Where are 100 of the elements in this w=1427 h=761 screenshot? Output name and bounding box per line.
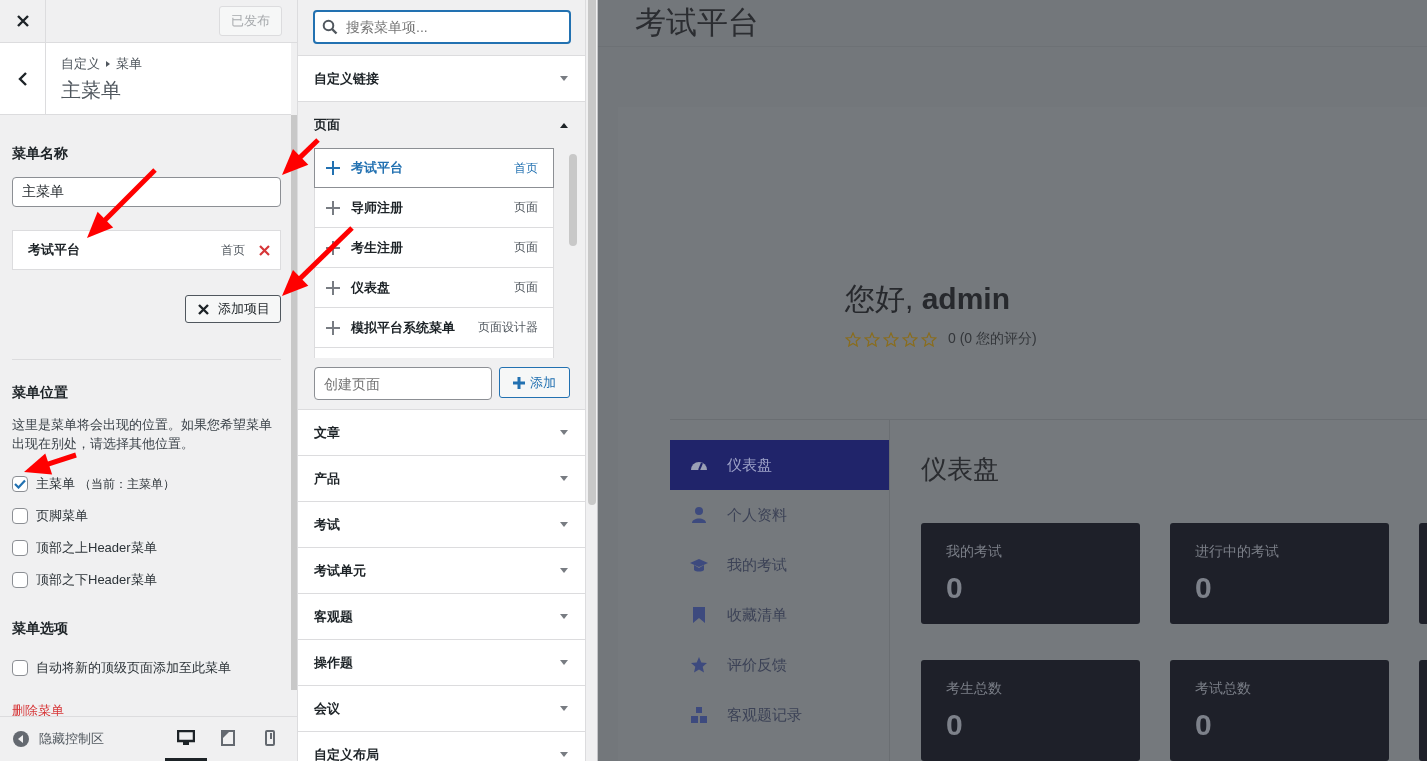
- bookmark-icon: [690, 606, 708, 624]
- mobile-icon: [265, 729, 275, 746]
- remove-icon[interactable]: [259, 244, 270, 256]
- delete-menu-link[interactable]: 删除菜单: [12, 702, 64, 716]
- plus-icon: [325, 160, 341, 176]
- star-icon: [864, 331, 880, 347]
- scrollbar[interactable]: [291, 115, 297, 690]
- page-heading: 仪表盘: [921, 453, 1000, 486]
- cap-icon: [690, 556, 708, 574]
- item-type: 页面设计器: [478, 319, 538, 336]
- stat-value: 0: [946, 708, 964, 742]
- annotation-arrow: [24, 452, 77, 475]
- menu-item-type: 首页: [221, 241, 245, 259]
- item-type: 页面: [514, 279, 538, 296]
- close-icon: [198, 303, 209, 315]
- caret-icon: [559, 521, 569, 528]
- available-item[interactable]: 导师注册 页面: [314, 188, 554, 228]
- accordion-section-header[interactable]: 客观题: [298, 594, 585, 640]
- available-item[interactable]: 考试平台 首页: [314, 148, 554, 188]
- checkbox[interactable]: [12, 508, 28, 524]
- caret-icon: [559, 75, 569, 82]
- available-item[interactable]: 仪表盘 页面: [314, 268, 554, 308]
- plus-icon: [325, 319, 341, 336]
- caret-icon: [559, 475, 569, 482]
- checkbox[interactable]: [12, 660, 28, 676]
- checkbox[interactable]: [12, 476, 28, 492]
- checkbox-label: 顶部之下Header菜单: [36, 571, 157, 589]
- checkbox[interactable]: [12, 572, 28, 588]
- search-icon: [322, 19, 338, 35]
- star-icon: [902, 331, 918, 347]
- caret-icon: [559, 567, 569, 574]
- accordion-section-header[interactable]: 考试: [298, 502, 585, 548]
- section-heading: 菜单选项: [12, 620, 69, 638]
- menu-item[interactable]: 考试平台 首页: [12, 230, 281, 270]
- new-page-field[interactable]: 创建页面: [314, 367, 492, 400]
- tablet-icon: [221, 729, 235, 746]
- checkbox-label: 页脚菜单: [36, 507, 88, 525]
- back-icon: [17, 70, 28, 87]
- checkbox-label: 自动将新的顶级页面添加至此菜单: [36, 659, 231, 677]
- accordion-section-header[interactable]: 考试单元: [298, 548, 585, 594]
- accordion-section-header[interactable]: 会议: [298, 686, 585, 732]
- stat-label: 我的考试: [946, 543, 1003, 561]
- checkbox-label: 主菜单: [36, 475, 75, 493]
- caret-icon: [559, 429, 569, 436]
- search-field[interactable]: 搜索菜单项...: [313, 10, 571, 44]
- menu-name-field[interactable]: 主菜单: [12, 177, 281, 207]
- greeting: 您好, admin: [845, 281, 1012, 317]
- accordion-section-header[interactable]: 文章: [298, 410, 585, 456]
- star-icon: [883, 331, 899, 347]
- accordion-section-header[interactable]: 产品: [298, 456, 585, 502]
- desktop-icon: [177, 729, 195, 746]
- panel-title: 主菜单: [61, 78, 122, 103]
- checkbox-note: （当前：主菜单）: [79, 475, 175, 493]
- plus-icon: [325, 199, 341, 216]
- caret-icon: [559, 613, 569, 620]
- collapse-icon: [12, 730, 30, 748]
- annotation-arrow: [87, 168, 157, 238]
- description-text: 这里是菜单将会出现的位置。如果您希望菜单出现在别处，请选择其他位置。: [12, 417, 273, 453]
- available-item[interactable]: 模拟平台系统菜单 页面设计器: [314, 308, 554, 348]
- item-title: 考生注册: [351, 238, 404, 257]
- accordion-section-header[interactable]: 操作题: [298, 640, 585, 686]
- section-heading: 菜单位置: [12, 384, 69, 402]
- close-icon: [16, 15, 29, 27]
- plus-icon: [513, 376, 525, 389]
- section-heading: 菜单名称: [12, 145, 69, 163]
- add-items-button[interactable]: 添加项目: [185, 295, 281, 323]
- accordion-section-header[interactable]: 自定义布局: [298, 732, 585, 761]
- stat-label: 考试总数: [1195, 680, 1252, 698]
- stat-value: 0: [1195, 571, 1213, 605]
- checkbox[interactable]: [12, 540, 28, 556]
- rating-text: 0 (0 您的评分): [948, 330, 1037, 348]
- annotation-arrow: [282, 138, 320, 175]
- checkbox-label: 顶部之上Header菜单: [36, 539, 157, 557]
- caret-icon: [559, 659, 569, 666]
- blocks-icon: [690, 706, 708, 724]
- star-icon: [845, 331, 861, 347]
- add-button[interactable]: 添加: [499, 367, 570, 398]
- stat-value: 0: [1195, 708, 1213, 742]
- star-icon: [921, 331, 937, 347]
- available-item[interactable]: 考生注册 页面: [314, 228, 554, 268]
- scrollbar[interactable]: [588, 0, 596, 505]
- plus-icon: [325, 239, 341, 256]
- item-title: 模拟平台系统菜单: [351, 318, 456, 337]
- breadcrumb-separator-icon: [104, 60, 112, 68]
- stat-label: 进行中的考试: [1195, 543, 1280, 561]
- accordion-section-header[interactable]: 自定义链接: [298, 56, 585, 102]
- caret-icon: [559, 705, 569, 712]
- stat-value: 0: [946, 571, 964, 605]
- caret-icon: [559, 751, 569, 758]
- hide-controls-button[interactable]: 隐藏控制区: [12, 730, 104, 748]
- dashboard-nav-item[interactable]: 仪表盘: [670, 440, 889, 490]
- scrollbar[interactable]: [569, 154, 577, 246]
- plus-icon: [325, 279, 341, 296]
- stat-label: 考生总数: [946, 680, 1003, 698]
- item-type: 页面: [514, 199, 538, 216]
- item-title: 仪表盘: [351, 278, 391, 297]
- item-title: 考试平台: [351, 159, 404, 177]
- breadcrumb-item: 菜单: [116, 55, 142, 73]
- item-type: 页面: [514, 239, 538, 256]
- star-icon: [690, 656, 708, 674]
